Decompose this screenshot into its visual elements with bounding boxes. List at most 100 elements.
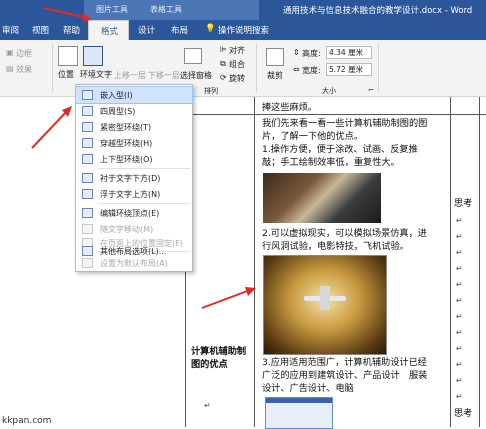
size-group-label: 大小 <box>322 87 336 95</box>
border-icon[interactable]: ▣ <box>6 48 14 57</box>
picture-border-button[interactable]: 边框 <box>16 48 32 59</box>
width-label: 宽度: <box>302 66 321 75</box>
bring-forward-button[interactable]: 上移一层 <box>114 70 146 81</box>
in-front-icon <box>82 189 93 199</box>
paragraph-mark: ↵ <box>456 344 463 353</box>
edit-points-icon <box>82 208 93 218</box>
cell-title-line1[interactable]: 计算机辅助制 <box>191 346 246 358</box>
tab-review[interactable]: 审阅 <box>2 24 19 36</box>
tab-layout[interactable]: 布局 <box>171 24 188 36</box>
rotate-icon[interactable]: ⟳ <box>220 73 227 82</box>
cell-title-line2[interactable]: 图的优点 <box>191 359 228 371</box>
menu-item-label: 衬于文字下方(D) <box>100 174 161 183</box>
screenshot-titlebar <box>266 398 332 403</box>
right-col-text[interactable]: 思考 <box>454 198 472 210</box>
menu-item-inline[interactable]: 嵌入型(I) <box>75 86 193 104</box>
menu-item-top-bottom[interactable]: 上下型环绕(O) <box>76 151 192 167</box>
picture-wind-tunnel-image[interactable] <box>263 255 387 355</box>
move-with-text-icon <box>82 224 93 234</box>
tab-view[interactable]: 视图 <box>32 24 49 36</box>
size-dialog-launcher[interactable]: ⌐ <box>368 86 374 94</box>
paragraph-mark: ↵ <box>456 360 463 369</box>
doc-line[interactable]: 3.应用适用范围广，计算机辅助设计已经 <box>262 357 427 369</box>
paragraph-mark: ↵ <box>456 280 463 289</box>
through-icon <box>82 138 93 148</box>
menu-item-through[interactable]: 穿越型环绕(H) <box>76 135 192 151</box>
picture-workstation-image[interactable] <box>263 173 381 223</box>
align-icon[interactable]: ⊫ <box>220 45 227 54</box>
lightbulb-icon: 💡 <box>205 24 216 34</box>
default-layout-icon <box>82 258 93 268</box>
position-icon[interactable] <box>58 46 78 66</box>
wrap-text-icon[interactable] <box>83 46 103 66</box>
menu-item-tight[interactable]: 紧密型环绕(T) <box>76 119 192 135</box>
doc-line[interactable]: 2.可以虚拟现实，可以模拟场景仿真，进 <box>262 228 427 240</box>
doc-line[interactable]: 1.操作方便，便于涂改、试画、反复推 <box>262 144 418 156</box>
selection-pane-button[interactable]: 选择窗格 <box>180 70 212 81</box>
align-button[interactable]: 对齐 <box>229 45 245 56</box>
picture-software-screenshot[interactable] <box>265 397 333 429</box>
tab-help[interactable]: 帮助 <box>63 24 80 36</box>
menu-separator <box>98 168 190 169</box>
table-border <box>450 97 451 427</box>
ribbon-divider <box>378 44 379 92</box>
doc-line[interactable]: 我们先来看一看一些计算机辅助制图的图 <box>262 118 427 130</box>
selection-pane-icon[interactable] <box>184 48 202 64</box>
crop-icon[interactable] <box>266 48 284 66</box>
paragraph-mark: ↵ <box>456 296 463 305</box>
menu-item-square[interactable]: 四周型(S) <box>76 103 192 119</box>
tell-me-search[interactable]: 操作说明搜索 <box>218 24 269 36</box>
paragraph-mark: ↵ <box>456 312 463 321</box>
menu-item-edit-points[interactable]: 编辑环绕顶点(E) <box>76 205 192 221</box>
paragraph-mark: ↵ <box>456 216 463 225</box>
paragraph-mark: ↵ <box>456 392 463 401</box>
position-button[interactable]: 位置 <box>58 69 74 80</box>
right-col-text[interactable]: 思考 <box>454 408 472 420</box>
table-border <box>479 97 480 427</box>
paragraph-mark: ↵ <box>456 376 463 385</box>
contextual-tools-band: 图片工具 表格工具 <box>84 0 259 20</box>
wrap-text-menu: 嵌入型(I) 四周型(S) 紧密型环绕(T) 穿越型环绕(H) 上下型环绕(O)… <box>75 84 193 272</box>
doc-line[interactable]: 敲；手工绘制效率低，重复性大。 <box>262 157 400 169</box>
rotate-button[interactable]: 旋转 <box>229 73 245 84</box>
menu-item-label: 随文字移动(M) <box>100 225 154 234</box>
effects-icon[interactable]: ▤ <box>6 64 14 73</box>
ribbon-divider <box>256 44 257 92</box>
table-tools-label: 表格工具 <box>150 5 182 14</box>
document-title: 通用技术与信息技术融合的教学设计.docx - Word <box>283 6 473 16</box>
crop-button[interactable]: 裁剪 <box>267 70 283 81</box>
menu-item-in-front[interactable]: 浮于文字上方(N) <box>76 186 192 202</box>
top-bottom-icon <box>82 154 93 164</box>
arrange-group-label: 排列 <box>204 87 218 95</box>
picture-tools-label: 图片工具 <box>96 5 128 14</box>
paragraph-mark: ↵ <box>456 264 463 273</box>
menu-item-label: 嵌入型(I) <box>100 91 133 100</box>
menu-item-set-default: 设置为默认布局(A) <box>76 255 192 271</box>
menu-item-label: 编辑环绕顶点(E) <box>100 209 160 218</box>
tab-design[interactable]: 设计 <box>138 24 155 36</box>
paragraph-mark: ↵ <box>456 232 463 241</box>
width-icon: ⇔ <box>293 65 300 74</box>
menu-item-behind-text[interactable]: 衬于文字下方(D) <box>76 170 192 186</box>
width-input[interactable]: 5.72 厘米 <box>326 63 372 76</box>
tab-format-label: 格式 <box>101 27 119 37</box>
doc-line[interactable]: 捧这些麻烦。 <box>262 102 317 114</box>
group-icon[interactable]: ⧉ <box>220 59 226 69</box>
airplane-wing-shape <box>320 286 330 310</box>
paragraph-mark: ↵ <box>204 401 211 410</box>
doc-line[interactable]: 广泛的应用到建筑设计、产品设计 服装 <box>262 370 427 382</box>
picture-effects-button[interactable]: 效果 <box>16 64 32 75</box>
doc-line[interactable]: 设计、广告设计、电脑 <box>262 383 354 395</box>
annotation-arrow <box>31 106 72 149</box>
height-input[interactable]: 4.34 厘米 <box>326 46 372 59</box>
group-button[interactable]: 组合 <box>229 59 245 70</box>
doc-line[interactable]: 行风洞试验，电影特技，飞机试验。 <box>262 241 409 253</box>
doc-line[interactable]: 片，了解一下他的优点。 <box>262 131 363 143</box>
wrap-text-button[interactable]: 环境文字 <box>80 69 112 80</box>
height-icon: ⇕ <box>293 48 300 57</box>
annotation-arrow <box>43 7 92 22</box>
table-border <box>254 97 255 427</box>
paragraph-mark: ↵ <box>456 328 463 337</box>
send-backward-button[interactable]: 下移一层 <box>148 70 180 81</box>
square-icon <box>82 106 93 116</box>
